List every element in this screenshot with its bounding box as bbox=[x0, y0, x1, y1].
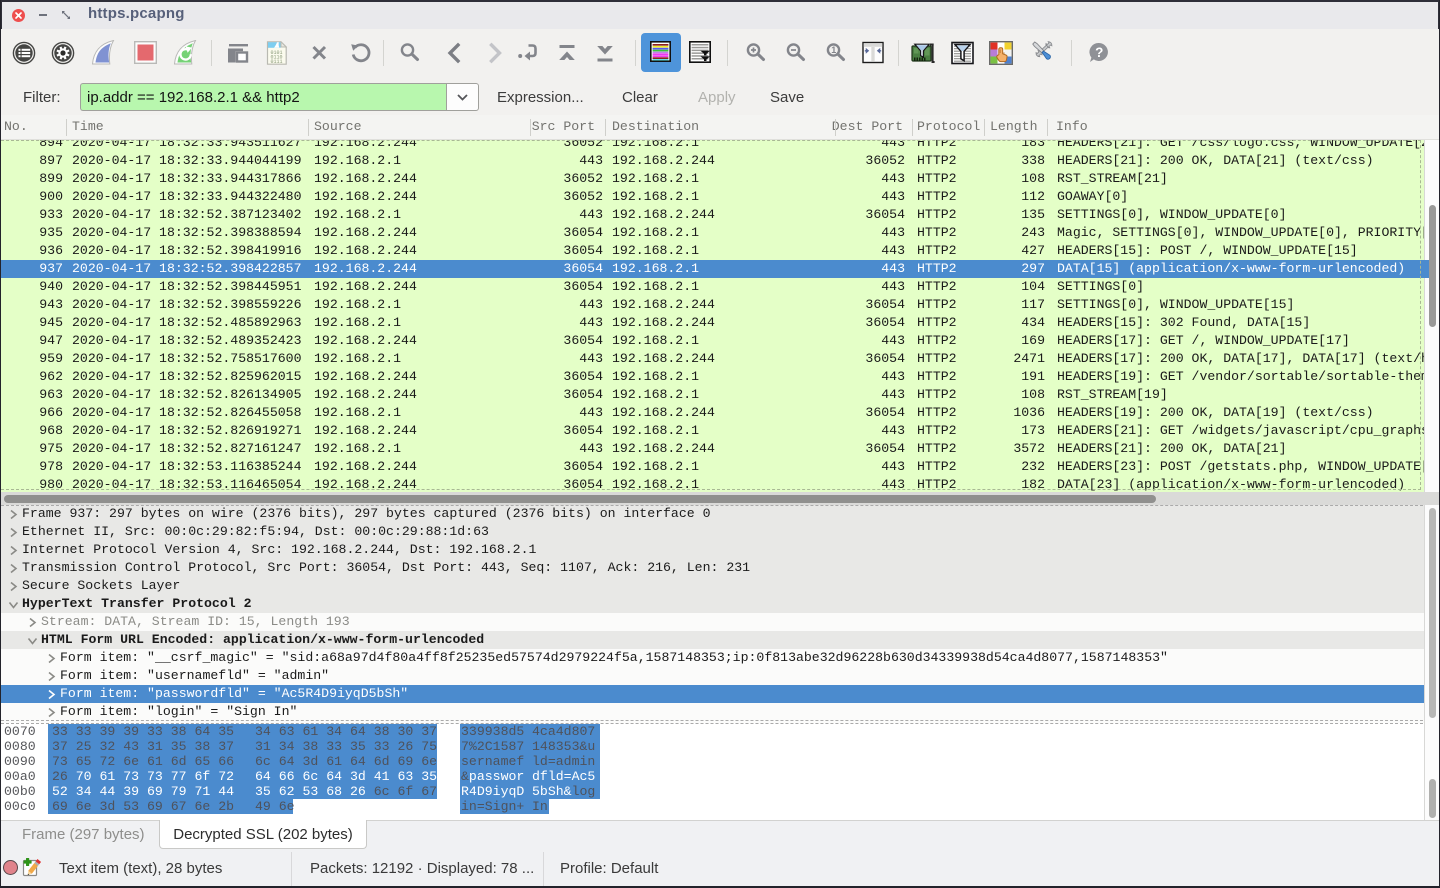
svg-text:0111: 0111 bbox=[271, 59, 283, 65]
svg-text:?: ? bbox=[1095, 45, 1103, 60]
svg-text:1: 1 bbox=[831, 45, 836, 55]
